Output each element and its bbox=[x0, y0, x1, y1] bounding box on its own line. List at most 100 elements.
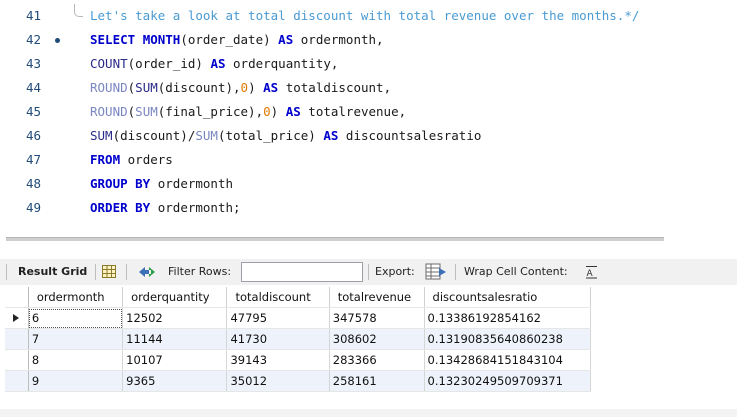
line-number: 46 bbox=[26, 128, 42, 143]
identifier: (total_price) bbox=[217, 128, 316, 143]
code-line-47[interactable]: 47 FROM orders bbox=[0, 148, 173, 172]
column-header[interactable]: ordermonth bbox=[28, 287, 124, 308]
identifier: (discount)/ bbox=[112, 128, 196, 143]
number-literal: 0 bbox=[240, 80, 249, 95]
code-text: ORDER BY ordermonth; bbox=[90, 196, 241, 220]
table-cell[interactable]: 347578 bbox=[329, 307, 425, 329]
code-text: SUM(discount)/SUM(total_price) AS discou… bbox=[90, 124, 481, 148]
line-gutter: 45 bbox=[0, 100, 60, 124]
identifier: ordermonth, bbox=[300, 32, 384, 47]
result-toolbar: Result Grid Filter Rows: Export: Wrap Ce… bbox=[0, 259, 737, 285]
table-cell[interactable]: 0.13230249509709371 bbox=[424, 370, 592, 392]
row-header[interactable] bbox=[5, 349, 29, 371]
function-name: SUM bbox=[135, 80, 158, 95]
row-header[interactable] bbox=[5, 370, 29, 392]
line-gutter: 44 bbox=[0, 76, 60, 100]
code-text: COUNT(order_id) AS orderquantity, bbox=[90, 52, 338, 76]
export-icon[interactable] bbox=[425, 263, 447, 281]
keyword: AS bbox=[210, 56, 226, 71]
table-row[interactable]: 8 10107 39143 283366 0.13428684151843104 bbox=[5, 349, 592, 371]
result-grid-table: ordermonth orderquantity totaldiscount t… bbox=[5, 287, 592, 392]
export-label: Export: bbox=[375, 265, 415, 278]
table-cell[interactable]: 6 bbox=[28, 307, 124, 329]
table-cell[interactable]: 0.13386192854162 bbox=[424, 307, 592, 329]
filter-icon[interactable] bbox=[138, 264, 156, 280]
identifier: ordermonth; bbox=[157, 200, 241, 215]
line-gutter: 43 bbox=[0, 52, 60, 76]
function-name: ROUND bbox=[90, 104, 128, 119]
function-name: COUNT bbox=[90, 56, 128, 71]
keyword: GROUP BY bbox=[90, 176, 151, 191]
sql-editor[interactable]: 41 Let's take a look at total discount w… bbox=[0, 0, 737, 228]
table-cell[interactable]: 7 bbox=[28, 328, 124, 350]
code-line-48[interactable]: 48 GROUP BY ordermonth bbox=[0, 172, 233, 196]
table-cell[interactable]: 10107 bbox=[122, 349, 228, 371]
table-cell[interactable]: 283366 bbox=[329, 349, 425, 371]
table-cell[interactable]: 258161 bbox=[329, 370, 425, 392]
table-cell[interactable]: 0.13190835640860238 bbox=[424, 328, 592, 350]
identifier: orderquantity, bbox=[233, 56, 339, 71]
keyword: AS bbox=[263, 80, 279, 95]
code-line-41[interactable]: 41 Let's take a look at total discount w… bbox=[0, 4, 639, 28]
table-cell[interactable]: 47795 bbox=[226, 307, 330, 329]
line-number: 47 bbox=[26, 152, 42, 167]
code-line-43[interactable]: 43 COUNT(order_id) AS orderquantity, bbox=[0, 52, 338, 76]
wrap-cell-content-label: Wrap Cell Content: bbox=[464, 265, 568, 278]
keyword: AS bbox=[278, 32, 294, 47]
grid-view-icon[interactable] bbox=[102, 265, 116, 278]
keyword: SELECT bbox=[90, 32, 136, 47]
column-header[interactable]: totaldiscount bbox=[226, 287, 330, 308]
table-cell[interactable]: 308602 bbox=[329, 328, 425, 350]
divider bbox=[455, 264, 456, 280]
table-cell[interactable]: 39143 bbox=[226, 349, 330, 371]
code-line-44[interactable]: 44 ROUND(SUM(discount),0) AS totaldiscou… bbox=[0, 76, 391, 100]
table-cell[interactable]: 41730 bbox=[226, 328, 330, 350]
table-row[interactable]: 9 9365 35012 258161 0.13230249509709371 bbox=[5, 370, 592, 392]
horizontal-scrollbar[interactable] bbox=[6, 237, 664, 241]
table-cell[interactable]: 12502 bbox=[122, 307, 228, 329]
keyword: AS bbox=[323, 128, 339, 143]
column-header[interactable]: totalrevenue bbox=[329, 287, 425, 308]
table-row[interactable]: 6 12502 47795 347578 0.13386192854162 bbox=[5, 307, 592, 329]
code-line-49[interactable]: 49 ORDER BY ordermonth; bbox=[0, 196, 241, 220]
column-header[interactable]: orderquantity bbox=[122, 287, 228, 308]
statement-marker-icon bbox=[55, 38, 60, 43]
number-literal: 0 bbox=[263, 104, 271, 119]
table-cell[interactable]: 35012 bbox=[226, 370, 330, 392]
table-cell[interactable]: 9365 bbox=[122, 370, 228, 392]
table-cell[interactable]: 8 bbox=[28, 349, 124, 371]
identifier: orders bbox=[127, 152, 173, 167]
identifier: (discount), bbox=[157, 80, 241, 95]
table-cell[interactable]: 11144 bbox=[122, 328, 228, 350]
identifier: totaldiscount, bbox=[285, 80, 392, 95]
line-gutter: 47 bbox=[0, 148, 60, 172]
sql-comment: Let's take a look at total discount with… bbox=[90, 8, 640, 23]
identifier: discountsalesratio bbox=[345, 128, 482, 143]
function-name: SUM bbox=[195, 128, 218, 143]
filter-rows-input[interactable] bbox=[241, 262, 363, 282]
identifier: totalrevenue, bbox=[308, 104, 407, 119]
current-row-arrow-icon bbox=[13, 314, 19, 322]
code-text: GROUP BY ordermonth bbox=[90, 172, 233, 196]
code-line-45[interactable]: 45 ROUND(SUM(final_price),0) AS totalrev… bbox=[0, 100, 406, 124]
column-header[interactable]: discountsalesratio bbox=[424, 287, 592, 308]
code-text: Let's take a look at total discount with… bbox=[90, 4, 639, 28]
row-header[interactable] bbox=[5, 328, 29, 350]
table-row[interactable]: 7 11144 41730 308602 0.13190835640860238 bbox=[5, 328, 592, 350]
wrap-text-icon[interactable]: A bbox=[585, 265, 598, 279]
line-gutter: 42 bbox=[0, 28, 60, 52]
line-number: 41 bbox=[26, 8, 42, 23]
row-header-corner bbox=[5, 287, 29, 308]
code-line-46[interactable]: 46 SUM(discount)/SUM(total_price) AS dis… bbox=[0, 124, 481, 148]
punctuation: ) bbox=[270, 104, 279, 119]
grid-horizontal-scrollbar[interactable] bbox=[0, 409, 737, 417]
identifier: (order_id) bbox=[127, 56, 203, 71]
function-name: ROUND bbox=[90, 80, 128, 95]
code-line-42[interactable]: 42 SELECT MONTH(order_date) AS ordermont… bbox=[0, 28, 384, 52]
row-header[interactable] bbox=[5, 307, 29, 329]
table-cell[interactable]: 9 bbox=[28, 370, 124, 392]
table-cell[interactable]: 0.13428684151843104 bbox=[424, 349, 592, 371]
fold-guide bbox=[74, 4, 83, 17]
result-grid-tab[interactable]: Result Grid bbox=[18, 259, 87, 285]
line-number: 48 bbox=[26, 176, 42, 191]
